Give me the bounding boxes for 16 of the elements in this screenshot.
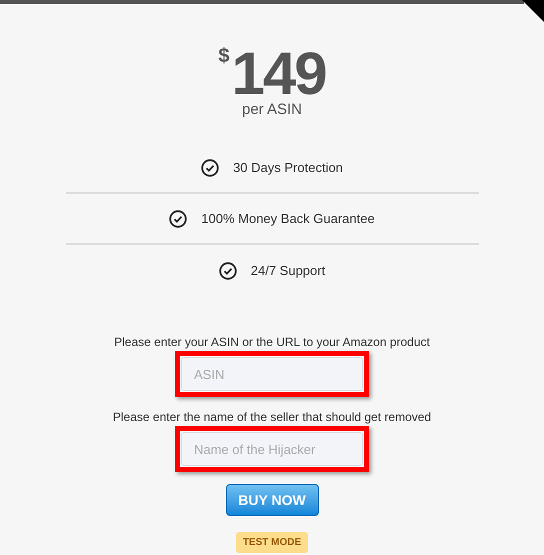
field-label: Please enter your ASIN or the URL to your Amazon product — [114, 336, 430, 348]
buy-now-button[interactable]: BUY NOW — [226, 484, 318, 516]
check-circle-icon — [218, 262, 237, 280]
price-unit: per ASIN — [242, 102, 302, 117]
check-circle-icon — [201, 158, 220, 176]
text-field[interactable]: ASIN — [180, 357, 363, 391]
test-mode-badge: TEST MODE — [236, 532, 308, 553]
feature-label: 100% Money Back Guarantee — [201, 210, 375, 228]
price-amount: 149 — [232, 44, 326, 104]
currency-symbol: $ — [218, 46, 230, 66]
feature-label: 30 Days Protection — [233, 158, 343, 177]
corner-triangle — [522, 0, 544, 22]
feature-label: 24/7 Support — [250, 262, 326, 280]
check-circle-icon — [169, 210, 188, 228]
field-label: Please enter the name of the seller that should get removed — [112, 411, 432, 423]
text-field[interactable]: Name of the Hijacker — [180, 432, 363, 466]
